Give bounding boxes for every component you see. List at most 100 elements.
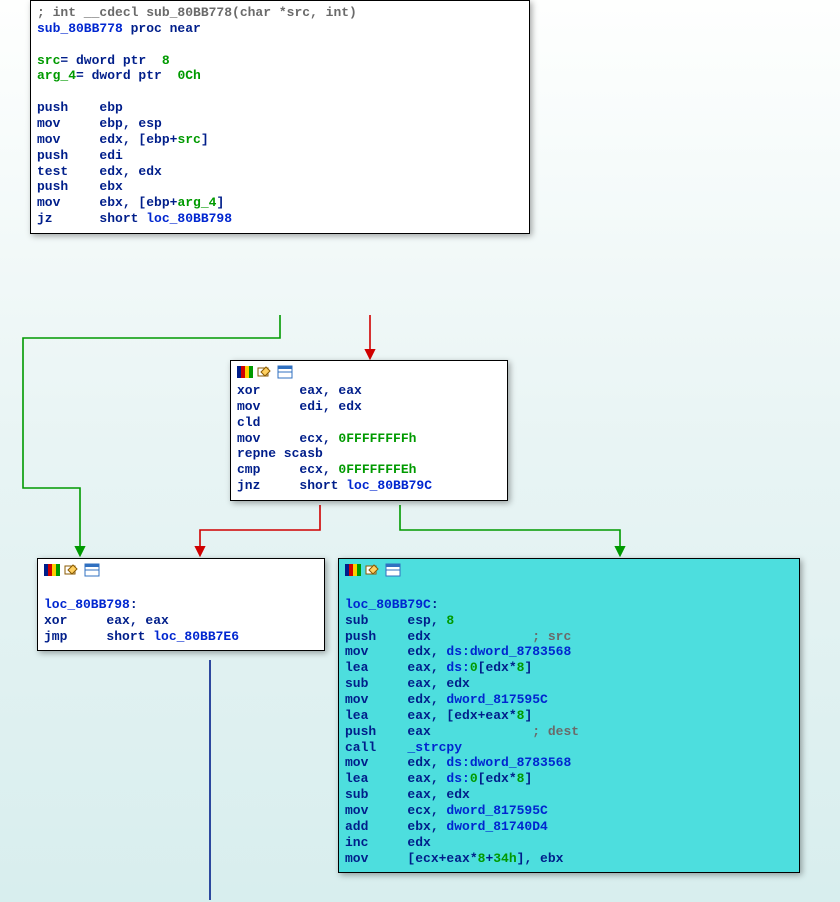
- code-token: arg_4: [177, 195, 216, 210]
- code-token: = dword ptr: [60, 53, 161, 68]
- code-token: src: [37, 53, 60, 68]
- code-token: cmp ecx,: [237, 462, 338, 477]
- code-token: jnz short: [237, 478, 346, 493]
- code-token: proc near: [131, 21, 201, 36]
- code-token: push ebp: [37, 100, 123, 115]
- code-token: jz short: [37, 211, 146, 226]
- code-line: sub esp, 8: [345, 613, 793, 629]
- toolbar-edit-icon[interactable]: [257, 365, 273, 379]
- toolbar-window-icon[interactable]: [84, 563, 100, 577]
- code-token: ]: [216, 195, 224, 210]
- code-block-body: loc_80BB798:xor eax, eaxjmp short loc_80…: [44, 581, 318, 644]
- code-line: loc_80BB79C:: [345, 597, 793, 613]
- code-line: sub eax, edx: [345, 787, 793, 803]
- toolbar-colors-icon[interactable]: [237, 365, 253, 379]
- code-token: mov edx,: [345, 755, 446, 770]
- code-line: [37, 84, 523, 100]
- code-block-body: ; int __cdecl sub_80BB778(char *src, int…: [37, 5, 523, 227]
- code-token: ds:dword_8783568: [446, 755, 571, 770]
- code-token: jmp short: [44, 629, 153, 644]
- code-token: cld: [237, 415, 260, 430]
- code-token: call: [345, 740, 407, 755]
- toolbar-edit-icon[interactable]: [64, 563, 80, 577]
- code-line: push eax ; dest: [345, 724, 793, 740]
- code-line: mov edx, dword_817595C: [345, 692, 793, 708]
- code-token: src: [177, 132, 200, 147]
- code-token: sub_80BB778: [37, 21, 131, 36]
- code-line: mov edx, ds:dword_8783568: [345, 755, 793, 771]
- block-toolbar: [237, 365, 501, 379]
- code-block-sub-80BB778[interactable]: ; int __cdecl sub_80BB778(char *src, int…: [30, 0, 530, 234]
- code-line: lea eax, ds:0[edx*8]: [345, 660, 793, 676]
- code-line: src= dword ptr 8: [37, 53, 523, 69]
- code-token: push ebx: [37, 179, 123, 194]
- code-token: mov ebx, [ebp+: [37, 195, 177, 210]
- code-token: [edx*: [478, 771, 517, 786]
- code-token: dword_817595C: [446, 692, 547, 707]
- code-line: sub_80BB778 proc near: [37, 21, 523, 37]
- code-token: = dword ptr: [76, 68, 177, 83]
- code-block-loc-80BB79C[interactable]: loc_80BB79C:sub esp, 8push edx ; srcmov …: [338, 558, 800, 873]
- code-token: loc_80BB79C: [346, 478, 432, 493]
- code-token: ds:: [446, 660, 469, 675]
- code-line: xor eax, eax: [44, 613, 318, 629]
- code-line: cld: [237, 415, 501, 431]
- code-line: mov edx, ds:dword_8783568: [345, 644, 793, 660]
- code-token: 0FFFFFFFFh: [338, 431, 416, 446]
- code-token: xor eax, eax: [44, 613, 169, 628]
- toolbar-window-icon[interactable]: [277, 365, 293, 379]
- code-token: push eax: [345, 724, 532, 739]
- code-line: jz short loc_80BB798: [37, 211, 523, 227]
- code-line: mov edi, edx: [237, 399, 501, 415]
- disassembly-graph-canvas[interactable]: ; int __cdecl sub_80BB778(char *src, int…: [0, 0, 840, 902]
- code-token: mov edx,: [345, 692, 446, 707]
- code-token: ]: [524, 708, 532, 723]
- code-block-loc-80BB798[interactable]: loc_80BB798:xor eax, eaxjmp short loc_80…: [37, 558, 325, 651]
- toolbar-window-icon[interactable]: [385, 563, 401, 577]
- code-token: ds:dword_8783568: [446, 644, 571, 659]
- code-token: mov [ecx+eax*: [345, 851, 478, 866]
- code-token: ], ebx: [517, 851, 564, 866]
- code-token: 0Ch: [177, 68, 200, 83]
- code-token: ds:: [446, 771, 469, 786]
- code-line: [37, 37, 523, 53]
- code-token: push edx: [345, 629, 532, 644]
- code-line: mov ecx, 0FFFFFFFFh: [237, 431, 501, 447]
- code-token: sub esp,: [345, 613, 446, 628]
- code-token: dword_81740D4: [446, 819, 547, 834]
- code-line: push ebx: [37, 179, 523, 195]
- code-line: [44, 581, 318, 597]
- code-line: push edx ; src: [345, 629, 793, 645]
- code-token: loc_80BB79C: [345, 597, 431, 612]
- code-token: mov edx, [ebp+: [37, 132, 177, 147]
- code-token: 0: [470, 771, 478, 786]
- code-token: ; src: [532, 629, 571, 644]
- code-token: [edx*: [478, 660, 517, 675]
- code-token: :: [130, 597, 138, 612]
- toolbar-edit-icon[interactable]: [365, 563, 381, 577]
- code-line: mov [ecx+eax*8+34h], ebx: [345, 851, 793, 867]
- code-line: mov ecx, dword_817595C: [345, 803, 793, 819]
- code-token: ]: [524, 660, 532, 675]
- code-line: arg_4= dword ptr 0Ch: [37, 68, 523, 84]
- code-token: 8: [162, 53, 170, 68]
- code-block-strlen-loop[interactable]: xor eax, eaxmov edi, edxcldmov ecx, 0FFF…: [230, 360, 508, 501]
- code-token: _strcpy: [407, 740, 462, 755]
- code-line: [345, 581, 793, 597]
- code-line: test edx, edx: [37, 164, 523, 180]
- toolbar-colors-icon[interactable]: [44, 563, 60, 577]
- code-line: call _strcpy: [345, 740, 793, 756]
- code-token: loc_80BB798: [44, 597, 130, 612]
- code-token: lea eax,: [345, 660, 446, 675]
- code-line: loc_80BB798:: [44, 597, 318, 613]
- code-token: 34h: [493, 851, 516, 866]
- code-token: loc_80BB798: [146, 211, 232, 226]
- code-line: mov ebx, [ebp+arg_4]: [37, 195, 523, 211]
- code-token: [37, 37, 45, 52]
- code-line: cmp ecx, 0FFFFFFFEh: [237, 462, 501, 478]
- code-token: 8: [446, 613, 454, 628]
- toolbar-colors-icon[interactable]: [345, 563, 361, 577]
- code-token: ; int __cdecl sub_80BB778(char *src, int…: [37, 5, 357, 20]
- code-token: sub eax, edx: [345, 787, 470, 802]
- code-token: mov ecx,: [345, 803, 446, 818]
